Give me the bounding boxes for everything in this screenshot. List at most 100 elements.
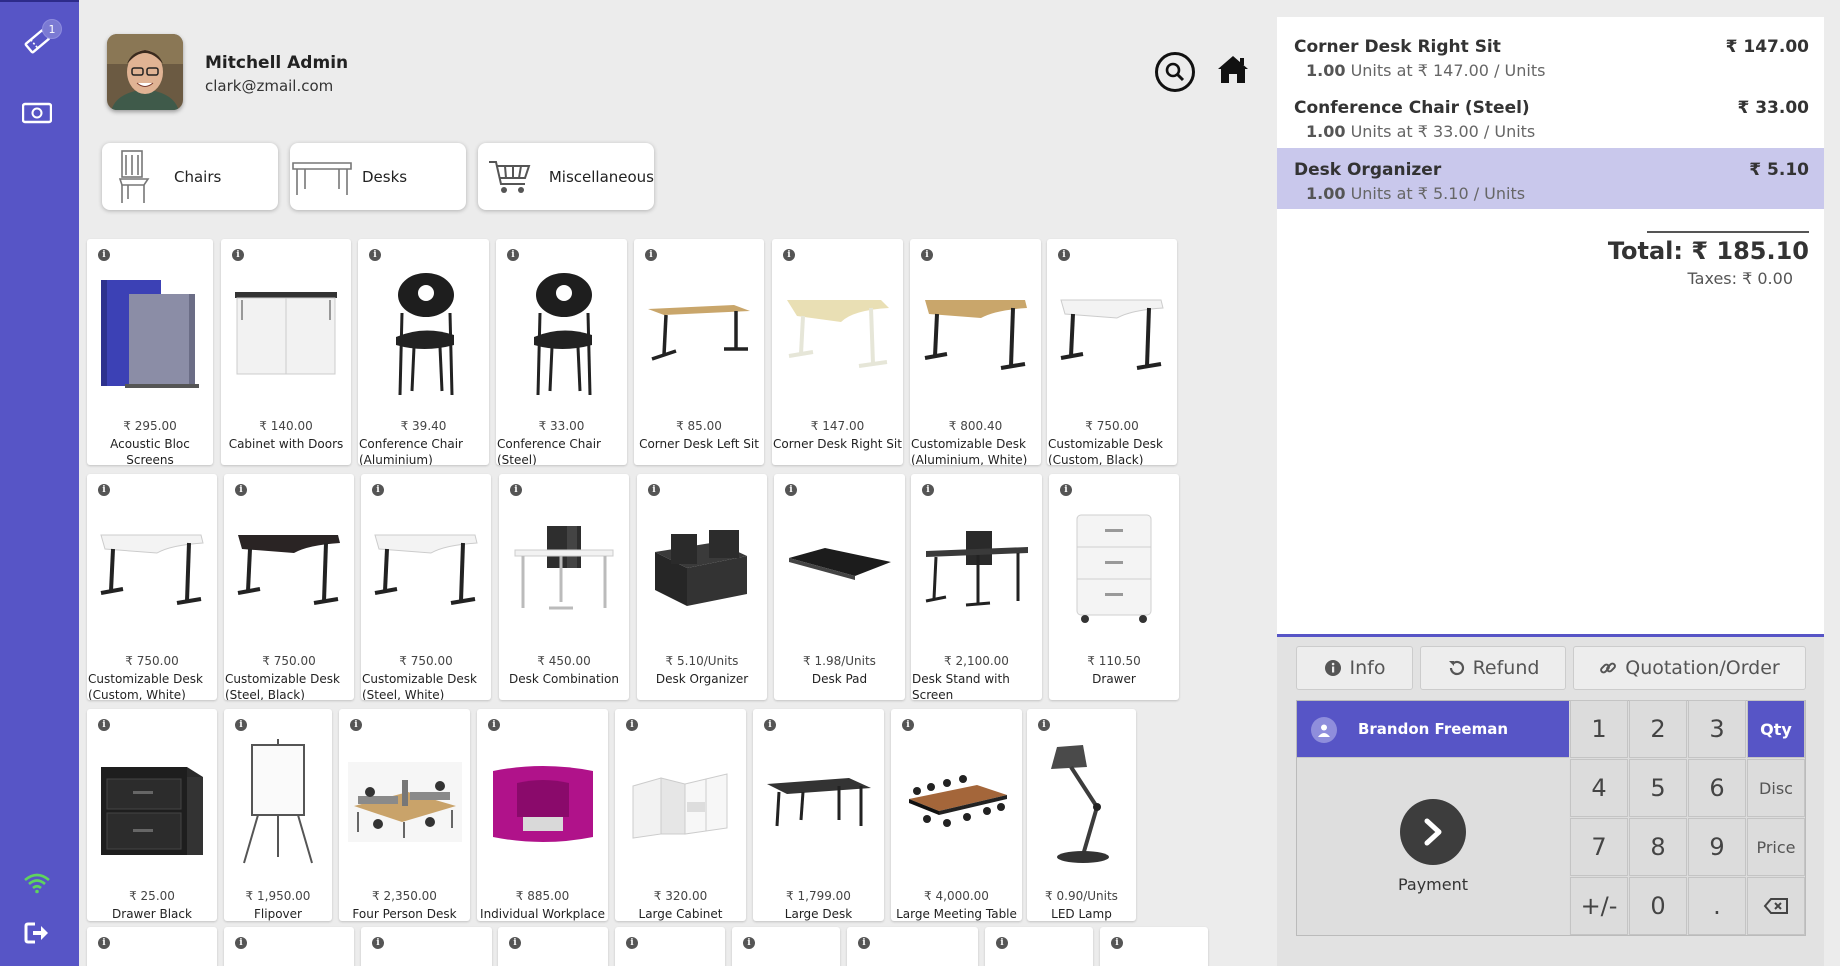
info-icon[interactable]: i [764, 719, 776, 731]
product-card[interactable]: i [847, 927, 978, 966]
info-icon[interactable]: i [372, 484, 384, 496]
info-icon[interactable]: i [232, 249, 244, 261]
home-button[interactable] [1216, 54, 1250, 86]
product-card[interactable]: i ₹ 140.00 Cabinet with Doors [221, 239, 351, 465]
numpad-key-2[interactable]: 2 [1629, 700, 1687, 758]
info-icon[interactable]: i [785, 484, 797, 496]
product-card[interactable]: i [87, 927, 217, 966]
info-icon[interactable]: i [488, 719, 500, 731]
product-card[interactable]: i [615, 927, 725, 966]
product-card[interactable]: i ₹ 750.00 Customizable Desk (Custom, Bl… [1047, 239, 1177, 465]
customer-button[interactable]: Brandon Freeman [1297, 701, 1569, 757]
product-card[interactable]: i [361, 927, 492, 966]
product-card[interactable]: i ₹ 450.00 Desk Combination [499, 474, 629, 700]
numpad-key-6[interactable]: 6 [1688, 759, 1746, 817]
cash-icon[interactable] [20, 96, 54, 130]
info-icon[interactable]: i [235, 484, 247, 496]
info-icon[interactable]: i [1060, 484, 1072, 496]
product-card[interactable]: i ₹ 295.00 Acoustic Bloc Screens [87, 239, 213, 465]
product-card[interactable]: i ₹ 5.10/Units Desk Organizer [637, 474, 767, 700]
info-icon[interactable]: i [626, 719, 638, 731]
info-icon[interactable]: i [1038, 719, 1050, 731]
product-card[interactable]: i ₹ 4,000.00 Large Meeting Table [891, 709, 1022, 921]
info-icon[interactable]: i [1111, 937, 1123, 949]
numpad-key-3[interactable]: 3 [1688, 700, 1746, 758]
numpad-key-1[interactable]: 1 [1570, 700, 1628, 758]
product-name: Corner Desk Right Sit [773, 437, 902, 451]
product-card[interactable]: i ₹ 110.50 Drawer [1049, 474, 1179, 700]
order-line[interactable]: Conference Chair (Steel) ₹ 33.00 1.00 Un… [1277, 86, 1824, 147]
product-card[interactable]: i ₹ 1,950.00 Flipover [224, 709, 332, 921]
info-icon[interactable]: i [510, 484, 522, 496]
product-card[interactable]: i ₹ 320.00 Large Cabinet [615, 709, 746, 921]
product-card[interactable]: i [732, 927, 840, 966]
info-icon[interactable]: i [372, 937, 384, 949]
logout-icon[interactable] [20, 916, 54, 950]
category-chairs[interactable]: Chairs [102, 143, 278, 210]
info-button[interactable]: Info [1296, 646, 1413, 690]
product-card[interactable]: i ₹ 750.00 Customizable Desk (Steel, Whi… [361, 474, 491, 700]
numpad-key-decimal[interactable]: . [1688, 877, 1746, 935]
info-icon[interactable]: i [902, 719, 914, 731]
product-card[interactable]: i ₹ 1.98/Units Desk Pad [774, 474, 905, 700]
mode-disc-button[interactable]: Disc [1747, 759, 1805, 817]
product-card[interactable]: i ₹ 39.40 Conference Chair (Aluminium) [358, 239, 489, 465]
product-card[interactable]: i ₹ 2,350.00 Four Person Desk [339, 709, 470, 921]
product-card[interactable]: i ₹ 147.00 Corner Desk Right Sit [772, 239, 903, 465]
numpad-key-8[interactable]: 8 [1629, 818, 1687, 876]
numpad-key-4[interactable]: 4 [1570, 759, 1628, 817]
info-icon[interactable]: i [350, 719, 362, 731]
info-icon[interactable]: i [98, 937, 110, 949]
category-desks[interactable]: Desks [290, 143, 466, 210]
product-card[interactable]: i ₹ 2,100.00 Desk Stand with Screen [911, 474, 1042, 700]
product-card[interactable]: i ₹ 800.40 Customizable Desk (Aluminium,… [910, 239, 1041, 465]
user-avatar[interactable] [107, 34, 183, 110]
info-icon[interactable]: i [783, 249, 795, 261]
info-icon[interactable]: i [235, 719, 247, 731]
product-card[interactable]: i ₹ 750.00 Customizable Desk (Steel, Bla… [224, 474, 354, 700]
info-icon[interactable]: i [743, 937, 755, 949]
product-card[interactable]: i ₹ 1,799.00 Large Desk [753, 709, 884, 921]
numpad-key-5[interactable]: 5 [1629, 759, 1687, 817]
product-card[interactable]: i ₹ 0.90/Units LED Lamp [1027, 709, 1136, 921]
product-card[interactable]: i [224, 927, 354, 966]
product-card[interactable]: i [498, 927, 608, 966]
info-icon[interactable]: i [509, 937, 521, 949]
info-icon[interactable]: i [858, 937, 870, 949]
info-icon[interactable]: i [645, 249, 657, 261]
product-card[interactable]: i ₹ 25.00 Drawer Black [87, 709, 217, 921]
order-line[interactable]: Corner Desk Right Sit ₹ 147.00 1.00 Unit… [1277, 25, 1824, 86]
info-icon[interactable]: i [235, 937, 247, 949]
info-icon[interactable]: i [648, 484, 660, 496]
numpad-key-0[interactable]: 0 [1629, 877, 1687, 935]
product-card[interactable]: i ₹ 85.00 Corner Desk Left Sit [634, 239, 764, 465]
refund-button[interactable]: Refund [1420, 646, 1566, 690]
payment-button[interactable]: Payment [1297, 757, 1569, 935]
search-button[interactable] [1155, 52, 1195, 92]
numpad-key-7[interactable]: 7 [1570, 818, 1628, 876]
info-icon[interactable]: i [626, 937, 638, 949]
info-icon[interactable]: i [921, 249, 933, 261]
product-card[interactable]: i [985, 927, 1093, 966]
product-card[interactable]: i ₹ 33.00 Conference Chair (Steel) [496, 239, 627, 465]
order-line-selected[interactable]: Desk Organizer ₹ 5.10 1.00 Units at ₹ 5.… [1277, 148, 1824, 209]
backspace-button[interactable] [1747, 877, 1805, 935]
quotation-order-button[interactable]: Quotation/Order [1573, 646, 1806, 690]
info-icon[interactable]: i [98, 719, 110, 731]
numpad-key-sign[interactable]: +/- [1570, 877, 1628, 935]
info-icon[interactable]: i [996, 937, 1008, 949]
product-card[interactable]: i [1100, 927, 1208, 966]
numpad-key-9[interactable]: 9 [1688, 818, 1746, 876]
info-icon[interactable]: i [922, 484, 934, 496]
category-miscellaneous[interactable]: Miscellaneous [478, 143, 654, 210]
info-icon[interactable]: i [507, 249, 519, 261]
info-icon[interactable]: i [98, 484, 110, 496]
product-card[interactable]: i ₹ 750.00 Customizable Desk (Custom, Wh… [87, 474, 217, 700]
info-icon[interactable]: i [98, 249, 110, 261]
mode-price-button[interactable]: Price [1747, 818, 1805, 876]
product-card[interactable]: i ₹ 885.00 Individual Workplace [477, 709, 608, 921]
product-image [95, 502, 209, 632]
info-icon[interactable]: i [1058, 249, 1070, 261]
info-icon[interactable]: i [369, 249, 381, 261]
mode-qty-button[interactable]: Qty [1747, 700, 1805, 758]
